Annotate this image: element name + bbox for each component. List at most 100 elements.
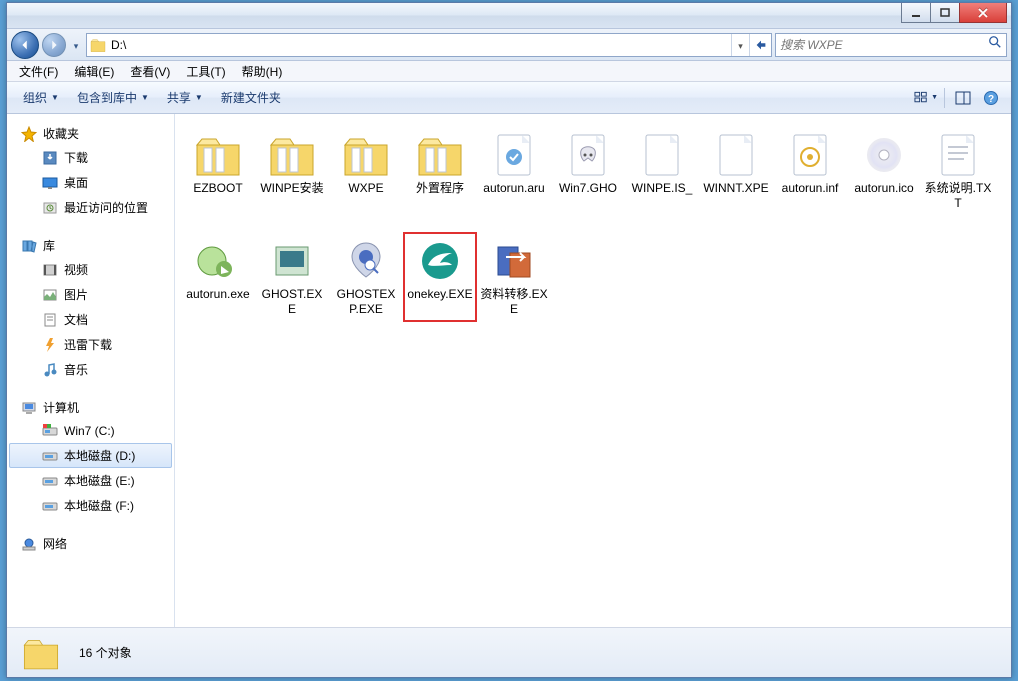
menu-help[interactable]: 帮助(H) [234,61,291,82]
file-item[interactable]: GHOST.EXE [255,232,329,322]
view-mode-button[interactable]: ▼ [914,87,938,109]
nav-history-dropdown[interactable] [69,31,83,59]
menu-view[interactable]: 查看(V) [122,61,178,82]
txt-icon [934,131,982,179]
minimize-button[interactable] [901,3,931,23]
organize-button[interactable]: 组织▼ [15,86,67,109]
inf-icon [786,131,834,179]
sidebar-item-drive-c[interactable]: Win7 (C:) [9,419,172,443]
sidebar-item-videos[interactable]: 视频 [9,257,172,282]
exe3-icon [342,237,390,285]
file-item[interactable]: 外置程序 [403,126,477,216]
search-box [775,33,1007,57]
menu-tools[interactable]: 工具(T) [178,61,233,82]
sidebar-item-pictures[interactable]: 图片 [9,282,172,307]
file-label: autorun.aru [483,181,544,196]
file-label: autorun.ico [854,181,913,196]
sidebar-item-drive-d[interactable]: 本地磁盘 (D:) [9,443,172,468]
file-label: WXPE [348,181,383,196]
sidebar-computer: 计算机 Win7 (C:) 本地磁盘 (D:) 本地磁盘 (E:) 本地磁盘 (… [7,396,174,518]
title-bar [7,3,1011,29]
include-label: 包含到库中 [77,89,137,106]
exe2-icon [268,237,316,285]
file-item[interactable]: WINPE安装 [255,126,329,216]
file-item[interactable]: WXPE [329,126,403,216]
share-button[interactable]: 共享▼ [159,86,211,109]
share-label: 共享 [167,89,191,106]
sidebar-item-desktop[interactable]: 桌面 [9,170,172,195]
file-item[interactable]: WINNT.XPE [699,126,773,216]
refresh-button[interactable] [749,34,771,56]
svg-text:?: ? [988,94,994,105]
file-label: 外置程序 [416,181,464,196]
blank-icon [638,131,686,179]
file-item[interactable]: autorun.ico [847,126,921,216]
status-bar: 16 个对象 [7,627,1011,677]
new-folder-button[interactable]: 新建文件夹 [213,86,289,109]
file-label: 系统说明.TXT [924,181,992,211]
sidebar-item-thunder[interactable]: 迅雷下载 [9,332,172,357]
file-item[interactable]: 系统说明.TXT [921,126,995,216]
folder-icon [416,131,464,179]
forward-button[interactable] [42,33,66,57]
newfolder-label: 新建文件夹 [221,89,281,106]
address-path[interactable]: D:\ [109,34,731,56]
sidebar-favorites-header[interactable]: 收藏夹 [7,122,174,145]
file-label: autorun.inf [782,181,839,196]
help-button[interactable]: ? [979,87,1003,109]
file-label: 资料转移.EXE [480,287,548,317]
file-item[interactable]: 资料转移.EXE [477,232,551,322]
include-in-library-button[interactable]: 包含到库中▼ [69,86,157,109]
file-item[interactable]: onekey.EXE [403,232,477,322]
address-bar[interactable]: D:\ [86,33,772,57]
aru-icon [490,131,538,179]
sidebar-network-header[interactable]: 网络 [7,532,174,555]
search-icon[interactable] [988,35,1002,54]
file-label: WINPE安装 [260,181,323,196]
file-pane: EZBOOT WINPE安装 WXPE 外置程序 autorun.aru Win7.GHO… [175,114,1011,627]
file-label: onekey.EXE [407,287,472,302]
file-item[interactable]: autorun.inf [773,126,847,216]
sidebar-network: 网络 [7,532,174,555]
file-label: WINPE.IS_ [632,181,693,196]
gho-icon [564,131,612,179]
menu-edit[interactable]: 编辑(E) [66,61,122,82]
sidebar-item-recent[interactable]: 最近访问的位置 [9,195,172,220]
folder-icon [194,131,242,179]
sidebar-item-documents[interactable]: 文档 [9,307,172,332]
status-folder-icon [17,633,65,673]
file-item[interactable]: GHOSTEXP.EXE [329,232,403,322]
menu-bar: 文件(F) 编辑(E) 查看(V) 工具(T) 帮助(H) [7,61,1011,82]
file-item[interactable]: WINPE.IS_ [625,126,699,216]
status-count: 16 个对象 [79,644,132,661]
toolbar: 组织▼ 包含到库中▼ 共享▼ 新建文件夹 ▼ ? [7,82,1011,114]
sidebar-item-drive-e[interactable]: 本地磁盘 (E:) [9,468,172,493]
folder-icon [87,34,109,56]
file-item[interactable]: autorun.exe [181,232,255,322]
file-label: GHOST.EXE [258,287,326,317]
sidebar-item-music[interactable]: 音乐 [9,357,172,382]
nav-bar: D:\ [7,29,1011,61]
back-button[interactable] [11,31,39,59]
file-item[interactable]: EZBOOT [181,126,255,216]
sidebar-item-downloads[interactable]: 下载 [9,145,172,170]
file-label: WINNT.XPE [703,181,768,196]
organize-label: 组织 [23,89,47,106]
folder-icon [342,131,390,179]
menu-file[interactable]: 文件(F) [11,61,66,82]
search-input[interactable] [780,38,988,52]
preview-pane-button[interactable] [951,87,975,109]
exe1-icon [194,237,242,285]
address-dropdown[interactable] [731,34,749,56]
onekey-icon [416,237,464,285]
sidebar-item-drive-f[interactable]: 本地磁盘 (F:) [9,493,172,518]
sidebar-computer-header[interactable]: 计算机 [7,396,174,419]
maximize-button[interactable] [930,3,960,23]
file-item[interactable]: Win7.GHO [551,126,625,216]
folder-icon [268,131,316,179]
close-button[interactable] [959,3,1007,23]
file-item[interactable]: autorun.aru [477,126,551,216]
sidebar: 收藏夹 下载 桌面 最近访问的位置 库 视频 图片 文档 迅雷下载 音乐 计算机… [7,114,175,627]
file-label: GHOSTEXP.EXE [332,287,400,317]
sidebar-libraries-header[interactable]: 库 [7,234,174,257]
